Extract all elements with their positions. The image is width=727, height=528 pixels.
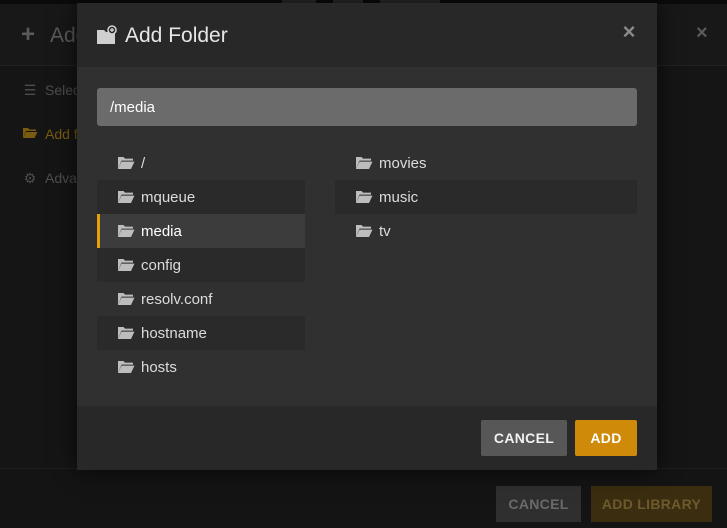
folder-open-icon: [118, 259, 135, 271]
close-icon[interactable]: ×: [696, 22, 708, 45]
folder-row[interactable]: mqueue: [97, 180, 305, 214]
folder-open-icon: [118, 157, 135, 169]
background-nav-add-folders[interactable]: Add f: [22, 126, 82, 146]
folder-name: config: [141, 256, 182, 274]
modal-header: Add Folder ×: [77, 3, 657, 67]
folder-row[interactable]: tv: [335, 214, 637, 248]
folder-row[interactable]: resolv.conf: [97, 282, 305, 316]
folder-name: tv: [379, 222, 391, 240]
folder-open-icon: [356, 157, 373, 169]
folder-path-input[interactable]: [97, 88, 637, 126]
folder-row[interactable]: hostname: [97, 316, 305, 350]
plus-icon: +: [21, 21, 36, 48]
folder-open-icon: [118, 293, 135, 305]
nav-label: Adva: [45, 170, 77, 186]
folder-name: media: [141, 222, 182, 240]
background-cancel-button[interactable]: CANCEL: [496, 486, 581, 522]
folder-open-icon: [356, 225, 373, 237]
folder-name: hostname: [141, 324, 207, 342]
folder-open-icon: [356, 191, 373, 203]
cancel-button[interactable]: CANCEL: [481, 420, 567, 456]
list-icon: ☰: [23, 82, 37, 98]
add-folder-modal: Add Folder × / mqueue media config resolv.co…: [77, 3, 657, 470]
folder-open-icon: [22, 126, 38, 142]
folder-row[interactable]: media: [97, 214, 305, 248]
folder-name: movies: [379, 154, 427, 172]
folder-name: music: [379, 188, 419, 206]
folder-row[interactable]: config: [97, 248, 305, 282]
folder-row[interactable]: movies: [335, 146, 637, 180]
folder-open-icon: [118, 327, 135, 339]
folder-row[interactable]: music: [335, 180, 637, 214]
background-dialog-footer: CANCEL ADD LIBRARY: [0, 468, 727, 528]
folder-open-icon: [118, 361, 135, 373]
close-icon[interactable]: ×: [620, 21, 638, 43]
folder-row[interactable]: /: [97, 146, 305, 180]
add-library-button[interactable]: ADD LIBRARY: [591, 486, 712, 522]
folder-open-icon: [118, 225, 135, 237]
folder-name: /: [141, 154, 146, 172]
child-folder-list: movies music tv: [335, 146, 637, 248]
folder-name: mqueue: [141, 188, 196, 206]
add-button[interactable]: ADD: [575, 420, 637, 456]
folder-open-icon: [118, 191, 135, 203]
modal-title: Add Folder: [125, 24, 228, 47]
folder-add-icon: [97, 25, 117, 44]
modal-footer: CANCEL ADD: [77, 406, 657, 470]
gear-icon: ⚙: [23, 170, 37, 186]
background-nav-advanced[interactable]: ⚙ Adva: [22, 170, 82, 190]
folder-name: hosts: [141, 358, 177, 376]
folder-name: resolv.conf: [141, 290, 213, 308]
background-nav-select[interactable]: ☰ Select: [22, 82, 82, 102]
parent-folder-list: / mqueue media config resolv.conf hostname hos…: [97, 146, 305, 384]
nav-label: Add f: [45, 126, 78, 142]
folder-row[interactable]: hosts: [97, 350, 305, 384]
